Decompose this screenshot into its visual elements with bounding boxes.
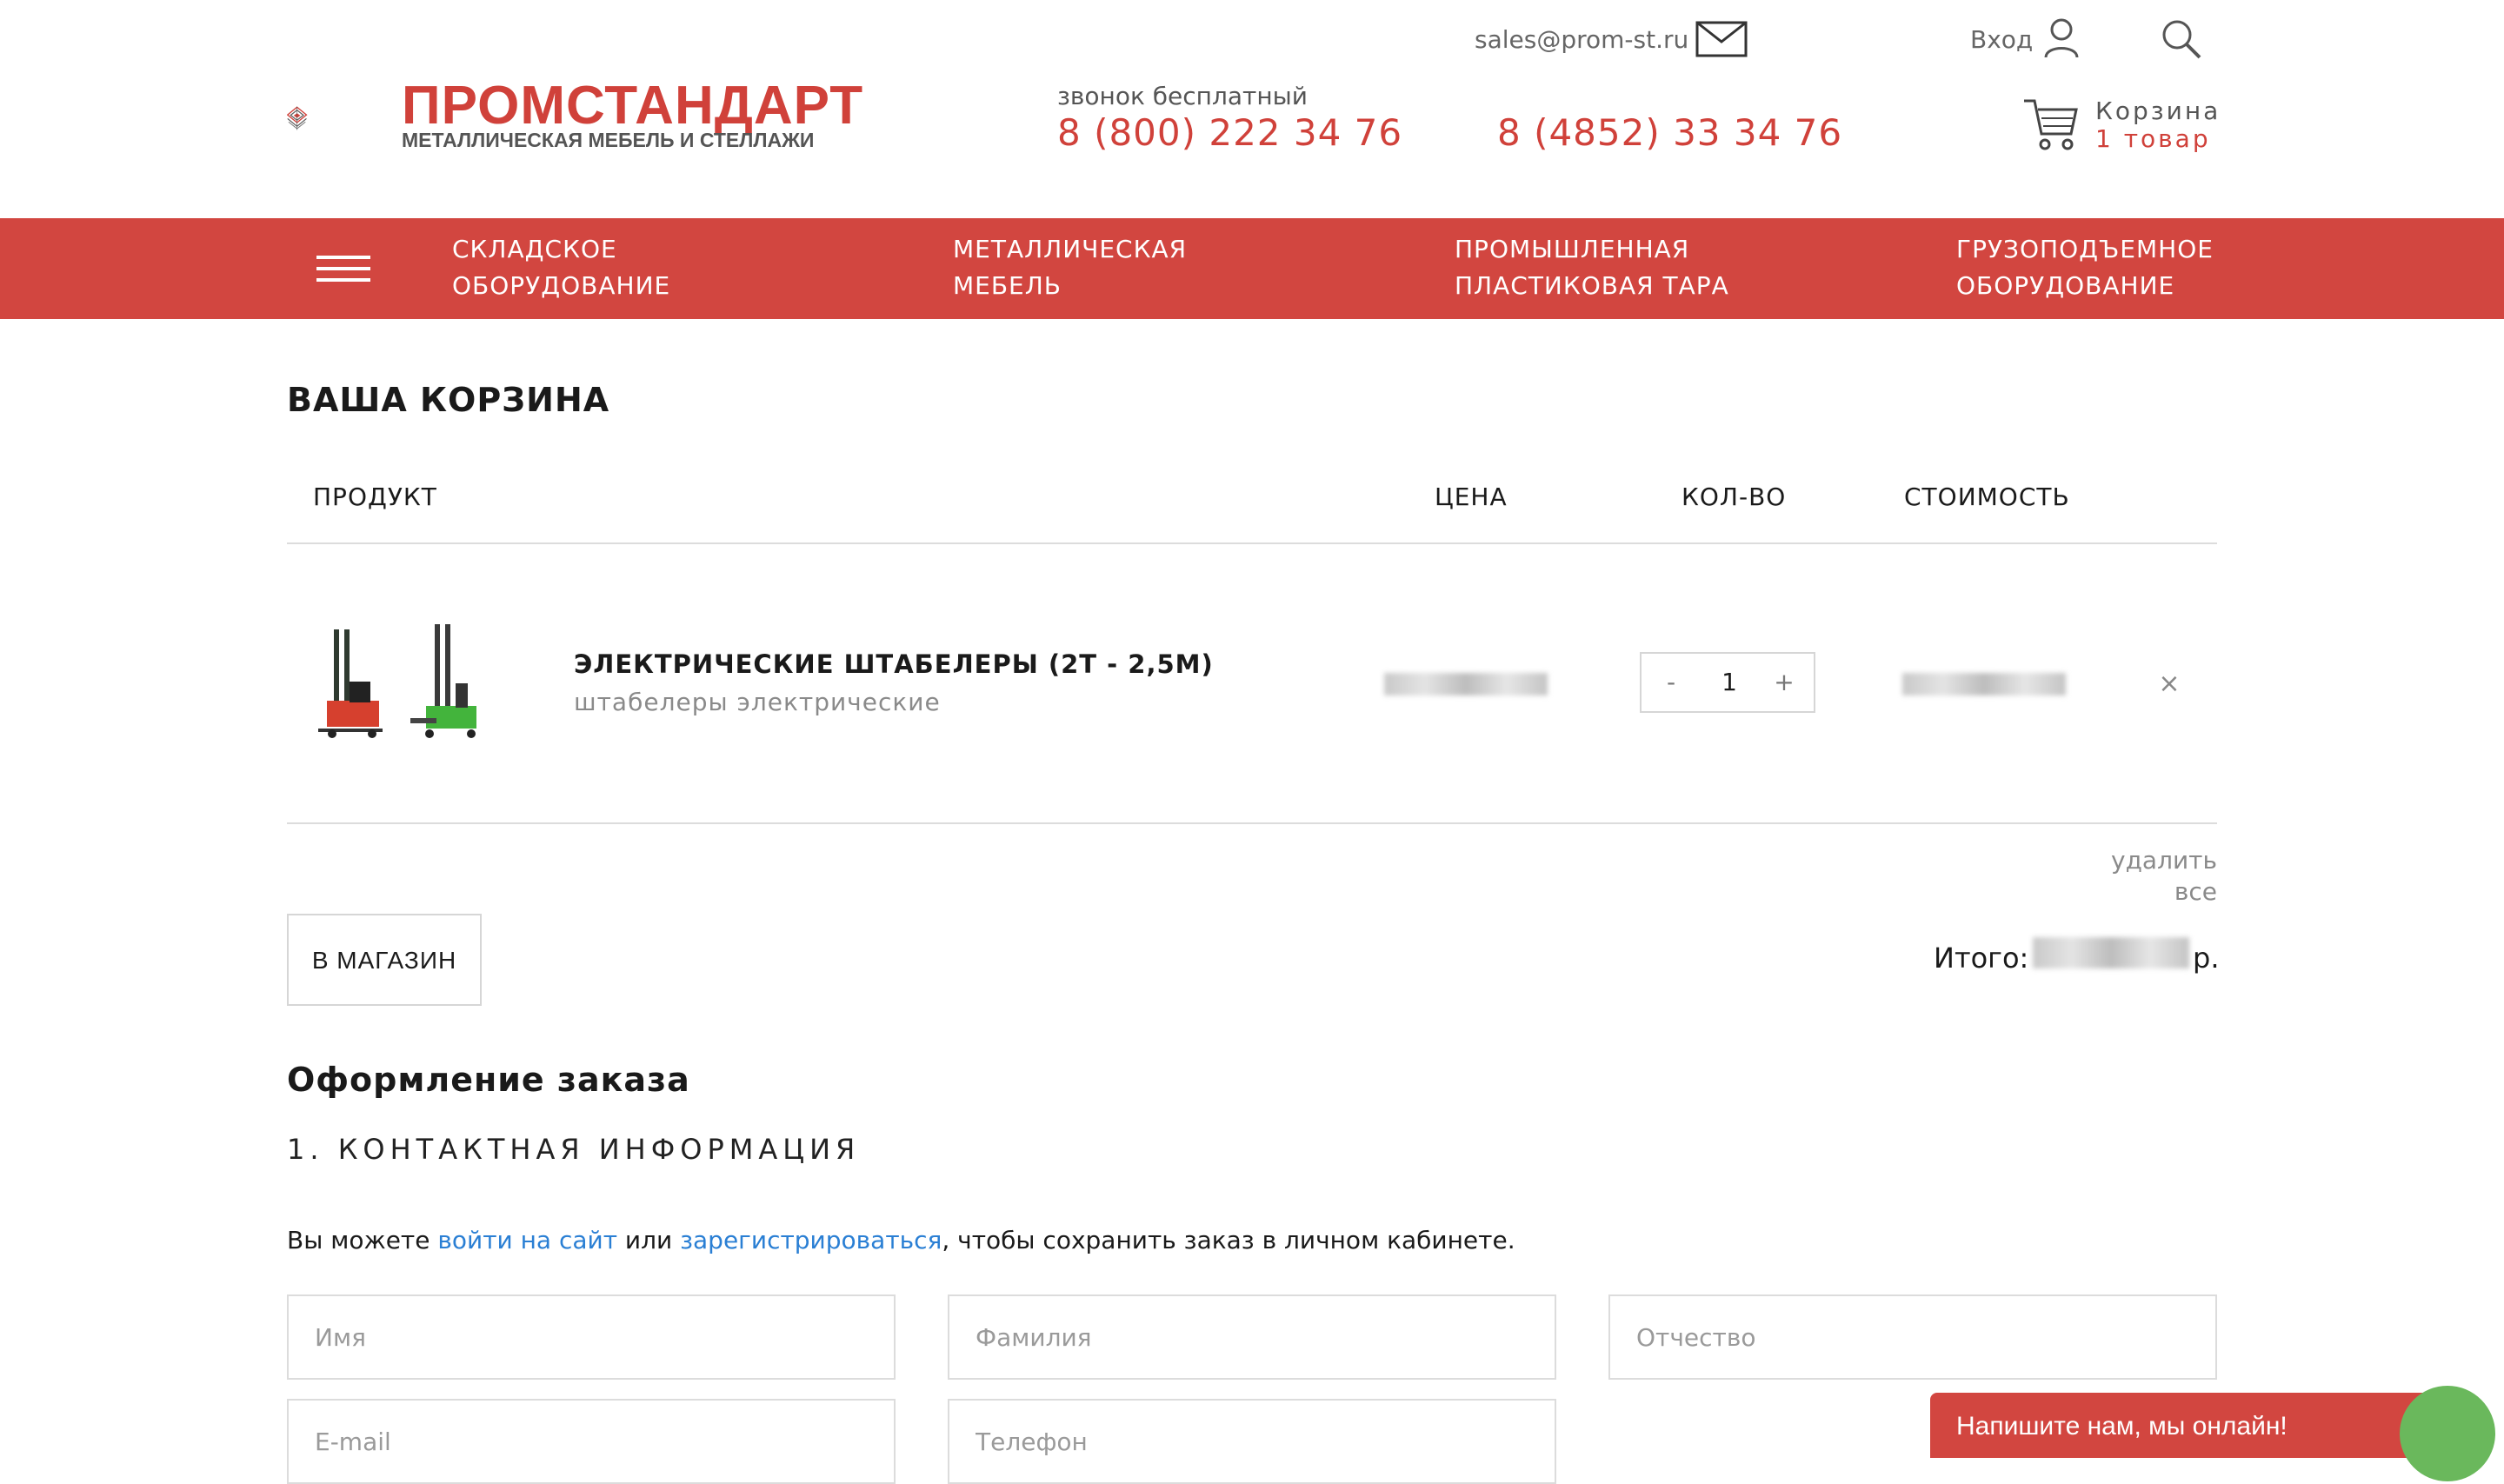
chat-widget-label[interactable]: Напишите нам, мы онлайн!: [1956, 1410, 2288, 1443]
first-name-field[interactable]: [287, 1294, 896, 1380]
checkout-title: Оформление заказа: [287, 1061, 690, 1099]
nav-item-line: МЕБЕЛЬ: [953, 271, 1062, 300]
cart-icon[interactable]: [2022, 92, 2080, 155]
nav-item-line: ОБОРУДОВАНИЕ: [1956, 271, 2175, 300]
login-link-inline[interactable]: войти на сайт: [437, 1226, 617, 1254]
free-call-label: звонок бесплатный: [1057, 82, 1308, 110]
delete-all-link[interactable]: удалить все: [2069, 845, 2217, 908]
nav-item-line: ПЛАСТИКОВАЯ ТАРА: [1455, 271, 1729, 300]
nav-item-metal-furniture[interactable]: МЕТАЛЛИЧЕСКАЯ МЕБЕЛЬ: [953, 231, 1318, 304]
phone-field[interactable]: [948, 1399, 1556, 1484]
nav-item-plastic-containers[interactable]: ПРОМЫШЛЕННАЯ ПЛАСТИКОВАЯ ТАРА: [1455, 231, 1820, 304]
cart-label[interactable]: Корзина: [2095, 97, 2221, 125]
divider: [287, 542, 2217, 544]
logo-title[interactable]: ПРОМСТАНДАРТ: [402, 78, 863, 134]
product-price: [1384, 673, 1548, 695]
qty-decrease-button[interactable]: -: [1657, 668, 1685, 697]
qty-increase-button[interactable]: +: [1770, 668, 1798, 697]
nav-item-line: МЕТАЛЛИЧЕСКАЯ: [953, 235, 1188, 263]
nav-item-line: ОБОРУДОВАНИЕ: [452, 271, 671, 300]
hamburger-icon[interactable]: [316, 256, 370, 282]
checkout-step-contact: 1. КОНТАКТНАЯ ИНФОРМАЦИЯ: [287, 1133, 861, 1166]
cart-count[interactable]: 1 товар: [2095, 125, 2211, 153]
mail-icon[interactable]: [1695, 21, 1748, 57]
qty-input[interactable]: 1: [1711, 668, 1748, 697]
phone-local[interactable]: 8 (4852) 33 34 76: [1497, 111, 1842, 155]
column-header-price: ЦЕНА: [1435, 482, 1508, 511]
logo-mark-icon: [287, 106, 308, 130]
column-header-product: ПРОДУКТ: [313, 482, 437, 511]
cart-title: ВАША КОРЗИНА: [287, 381, 610, 419]
chat-status-icon: [2400, 1386, 2495, 1481]
nav-item-line: ПРОМЫШЛЕННАЯ: [1455, 235, 1690, 263]
login-link[interactable]: Вход: [1970, 24, 2033, 56]
back-to-shop-button[interactable]: В МАГАЗИН: [287, 914, 482, 1006]
product-cost: [1902, 673, 2066, 695]
total-currency: р.: [2193, 942, 2220, 975]
nav-item-lifting-equipment[interactable]: ГРУЗОПОДЪЕМНОЕ ОБОРУДОВАНИЕ: [1956, 231, 2321, 304]
email-field[interactable]: [287, 1399, 896, 1484]
note-text: или: [617, 1226, 681, 1254]
nav-item-warehouse-equipment[interactable]: СКЛАДСКОЕ ОБОРУДОВАНИЕ: [452, 231, 817, 304]
user-icon[interactable]: [2043, 17, 2080, 59]
search-icon[interactable]: [2160, 17, 2203, 61]
patronymic-field[interactable]: [1608, 1294, 2217, 1380]
logo[interactable]: [287, 57, 391, 179]
nav-item-line: ГРУЗОПОДЪЕМНОЕ: [1956, 235, 2214, 263]
login-note: Вы можете войти на сайт или зарегистриро…: [287, 1224, 1515, 1257]
note-text: Вы можете: [287, 1226, 438, 1254]
note-text: , чтобы сохранить заказ в личном кабинет…: [942, 1226, 1515, 1254]
phone-free[interactable]: 8 (800) 222 34 76: [1057, 111, 1402, 155]
product-name[interactable]: ЭЛЕКТРИЧЕСКИЕ ШТАБЕЛЕРЫ (2Т - 2,5М): [574, 649, 1214, 680]
logo-subtitle: МЕТАЛЛИЧЕСКАЯ МЕБЕЛЬ И СТЕЛЛАЖИ: [402, 129, 815, 151]
remove-item-button[interactable]: ×: [2154, 669, 2184, 699]
column-header-cost: СТОИМОСТЬ: [1904, 482, 2070, 511]
email-link[interactable]: sales@prom-st.ru: [1475, 24, 1688, 56]
register-link[interactable]: зарегистрироваться: [680, 1226, 942, 1254]
column-header-qty: КОЛ-ВО: [1682, 482, 1787, 511]
total-amount: [2033, 937, 2189, 968]
total-label: Итого:: [1934, 942, 2029, 975]
nav-item-line: СКЛАДСКОЕ: [452, 235, 617, 263]
product-image[interactable]: [315, 622, 489, 744]
product-category: штабелеры электрические: [574, 688, 941, 716]
divider: [287, 822, 2217, 824]
last-name-field[interactable]: [948, 1294, 1556, 1380]
